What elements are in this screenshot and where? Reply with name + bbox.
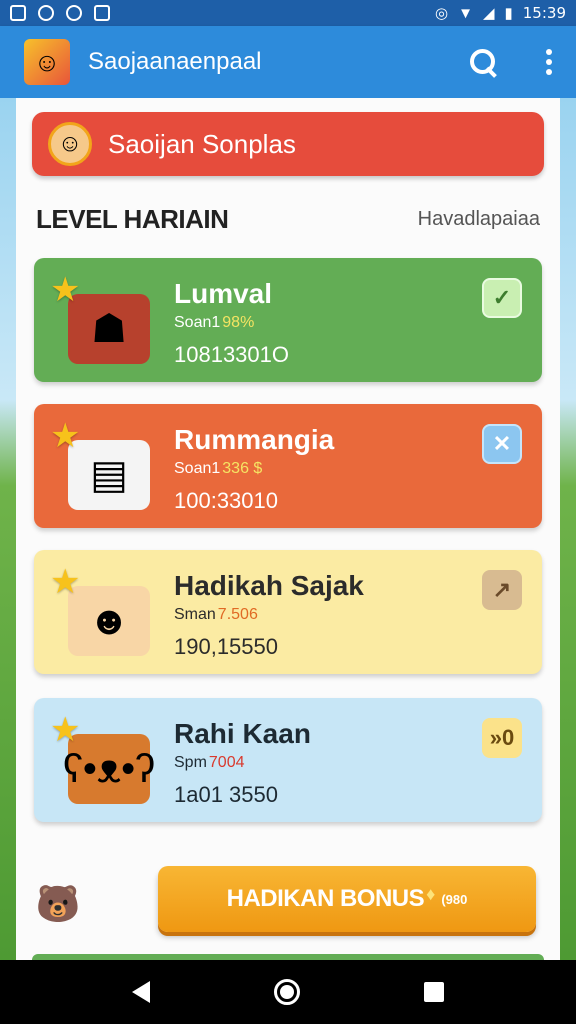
card-art: ʕ•ᴥ•ʔ ★ (50, 711, 155, 810)
close-icon[interactable]: ✕ (482, 424, 522, 464)
notification-icon (10, 5, 26, 21)
bonus-small-text: (980 (441, 891, 468, 907)
level-card[interactable]: ▤ ★ Rummangia Soan1 336 $ 100:33010 ✕ (34, 404, 542, 528)
app-actions (468, 47, 552, 77)
message-icon (94, 5, 110, 21)
card-name: Rummangia (174, 424, 335, 455)
card-name: Rahi Kaan (174, 718, 311, 749)
card-sub-prefix: Spm (174, 754, 207, 771)
card-name: Lumval (174, 278, 273, 309)
check-icon[interactable]: ✓ (482, 278, 522, 318)
card-subtitle: Soan1 98% (174, 314, 254, 332)
home-icon[interactable] (274, 979, 300, 1005)
navigation-bar (0, 960, 576, 1024)
card-sub-highlight: 7.506 (217, 606, 258, 623)
card-number: 1a01 3550 (174, 782, 278, 807)
section-title: LEVEL HARIAIN (36, 204, 229, 234)
battery-icon: ▮ (504, 5, 513, 22)
card-sub-highlight: 336 $ (222, 460, 263, 477)
card-art: ☗ ★ (50, 271, 150, 370)
app-title: Saojaanaenpaal (88, 48, 262, 75)
card-sub-highlight: 7004 (208, 754, 245, 771)
more-vert-icon[interactable] (546, 49, 552, 75)
search-icon[interactable] (468, 47, 498, 77)
card-sub-prefix: Sman (174, 606, 216, 623)
level-card[interactable]: ʕ•ᴥ•ʔ ★ Rahi Kaan Spm 7004 1a01 3550 »0 (34, 698, 542, 822)
back-icon[interactable] (132, 981, 150, 1003)
card-sub-prefix: Soan1 (174, 314, 221, 331)
card-subtitle: Soan1 336 $ (174, 460, 262, 478)
card-subtitle: Sman 7.506 (174, 606, 258, 624)
banner-title: Saoijan Sonplas (108, 128, 296, 159)
status-time: 15:39 (522, 4, 566, 22)
status-right-icons: ◎ ▼ ◢ ▮ 15:39 (435, 4, 566, 22)
wifi-icon: ▼ (458, 4, 473, 22)
status-left-icons (10, 5, 110, 21)
card-number: 10813301O (174, 342, 289, 367)
coin-icon: ♦ (426, 883, 436, 904)
card-sub-prefix: Soan1 (174, 460, 221, 477)
bear-mascot-icon: 🐻 (35, 883, 81, 924)
bonus-label: HADIKAN BONUS (226, 885, 425, 912)
sync-icon (66, 5, 82, 21)
status-bar: ◎ ▼ ◢ ▮ 15:39 (0, 0, 576, 26)
level-card[interactable]: ☗ ★ Lumval Soan1 98% 10813301O ✓ (34, 258, 542, 382)
app-bar: ☺ Saojaanaenpaal (0, 26, 576, 98)
alarm-icon: ◎ (435, 5, 449, 22)
bonus-button[interactable]: HADIKAN BONUS ♦ (980 (158, 866, 536, 932)
star-icon: ★ (50, 271, 81, 309)
card-art: ☻ ★ (50, 563, 150, 662)
top-banner[interactable]: ☺ Saoijan Sonplas (32, 112, 544, 176)
card-number: 190,15550 (174, 634, 278, 659)
banner-avatar-icon: ☺ (48, 122, 92, 166)
app-notification-icon (38, 5, 54, 21)
star-icon: ★ (50, 417, 81, 455)
section-header: LEVEL HARIAIN Havadlapaiaa (36, 204, 540, 235)
main-panel: ☺ Saoijan Sonplas LEVEL HARIAIN Havadlap… (16, 98, 560, 960)
card-subtitle: Spm 7004 (174, 754, 245, 772)
app-logo-icon: ☺ (24, 39, 70, 85)
card-art: ▤ ★ (50, 417, 150, 516)
section-link[interactable]: Havadlapaiaa (418, 208, 540, 231)
card-number: 100:33010 (174, 488, 278, 513)
star-icon: ★ (50, 711, 81, 749)
count-badge[interactable]: »0 (482, 718, 522, 758)
arrow-icon[interactable]: ↗ (482, 570, 522, 610)
signal-icon: ◢ (482, 5, 495, 22)
card-sub-highlight: 98% (222, 314, 255, 331)
recent-apps-icon[interactable] (424, 982, 444, 1002)
card-name: Hadikah Sajak (174, 570, 364, 601)
level-card[interactable]: ☻ ★ Hadikah Sajak Sman 7.506 190,15550 ↗ (34, 550, 542, 674)
star-icon: ★ (50, 563, 81, 601)
